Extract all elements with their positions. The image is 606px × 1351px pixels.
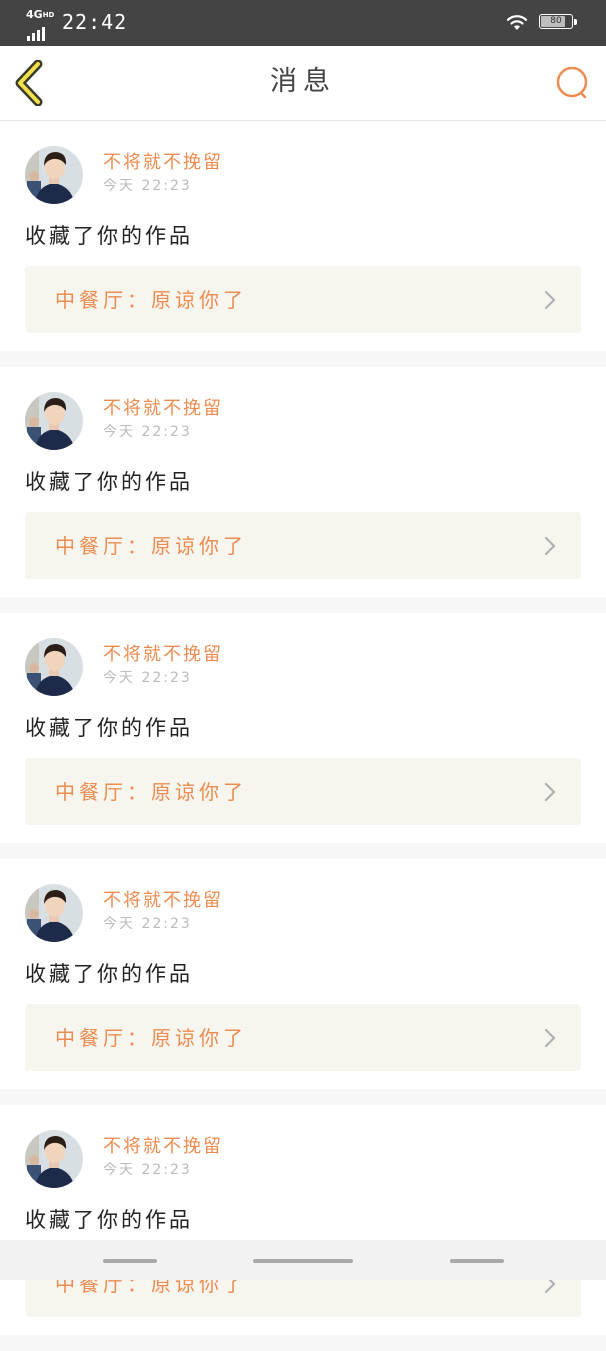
username-link[interactable]: 不将就不挽留 [103, 889, 223, 913]
message-time: 今天 22:23 [103, 916, 192, 932]
message-card: 不将就不挽留 今天 22:23 收藏了你的作品 中餐厅：原谅你了 [0, 1105, 606, 1335]
chevron-right-icon [544, 1028, 556, 1048]
work-title: 中餐厅：原谅你了 [55, 534, 247, 558]
home-nav-button[interactable] [253, 1259, 353, 1263]
message-card: 不将就不挽留 今天 22:23 收藏了你的作品 中餐厅：原谅你了 [0, 367, 606, 597]
nav-bar: 消息 [0, 46, 606, 121]
work-title: 中餐厅：原谅你了 [55, 288, 247, 312]
search-icon [556, 66, 588, 99]
chevron-right-icon [544, 536, 556, 556]
message-time: 今天 22:23 [103, 178, 192, 194]
status-time: 22:42 [62, 10, 128, 34]
work-title: 中餐厅：原谅你了 [55, 1026, 247, 1050]
network-sup: HD [42, 11, 55, 19]
message-time: 今天 22:23 [103, 1162, 192, 1178]
network-type: 4G [26, 8, 43, 21]
username-link[interactable]: 不将就不挽留 [103, 1135, 223, 1159]
message-action: 收藏了你的作品 [25, 962, 193, 986]
message-card: 不将就不挽留 今天 22:23 收藏了你的作品 中餐厅：原谅你了 [0, 613, 606, 843]
message-action: 收藏了你的作品 [25, 1208, 193, 1232]
message-list: 不将就不挽留 今天 22:23 收藏了你的作品 中餐厅：原谅你了 不将就不挽留 … [0, 121, 606, 1351]
work-title: 中餐厅：原谅你了 [55, 780, 247, 804]
search-button[interactable] [552, 64, 592, 104]
work-link[interactable]: 中餐厅：原谅你了 [25, 512, 581, 579]
message-action: 收藏了你的作品 [25, 716, 193, 740]
avatar[interactable] [25, 146, 83, 204]
wifi-icon [506, 15, 528, 30]
message-action: 收藏了你的作品 [25, 470, 193, 494]
chevron-right-icon [544, 782, 556, 802]
back-nav-button[interactable] [450, 1259, 504, 1263]
username-link[interactable]: 不将就不挽留 [103, 151, 223, 175]
username-link[interactable]: 不将就不挽留 [103, 397, 223, 421]
avatar[interactable] [25, 392, 83, 450]
work-link[interactable]: 中餐厅：原谅你了 [25, 758, 581, 825]
chevron-right-icon [544, 290, 556, 310]
message-card: 不将就不挽留 今天 22:23 收藏了你的作品 中餐厅：原谅你了 [0, 121, 606, 351]
message-card: 不将就不挽留 今天 22:23 收藏了你的作品 中餐厅：原谅你了 [0, 859, 606, 1089]
message-time: 今天 22:23 [103, 424, 192, 440]
username-link[interactable]: 不将就不挽留 [103, 643, 223, 667]
signal-icon: 4GHD [26, 8, 56, 41]
battery-icon: 80 [539, 14, 573, 29]
page-title: 消息 [270, 66, 336, 97]
avatar[interactable] [25, 884, 83, 942]
avatar[interactable] [25, 1130, 83, 1188]
menu-nav-button[interactable] [103, 1259, 157, 1263]
avatar[interactable] [25, 638, 83, 696]
work-link[interactable]: 中餐厅：原谅你了 [25, 266, 581, 333]
status-bar: 4GHD 22:42 80 [0, 0, 606, 46]
system-nav-bar [0, 1240, 606, 1280]
battery-level: 80 [550, 16, 562, 26]
work-link[interactable]: 中餐厅：原谅你了 [25, 1004, 581, 1071]
message-time: 今天 22:23 [103, 670, 192, 686]
message-action: 收藏了你的作品 [25, 224, 193, 248]
battery-cap [574, 19, 577, 25]
